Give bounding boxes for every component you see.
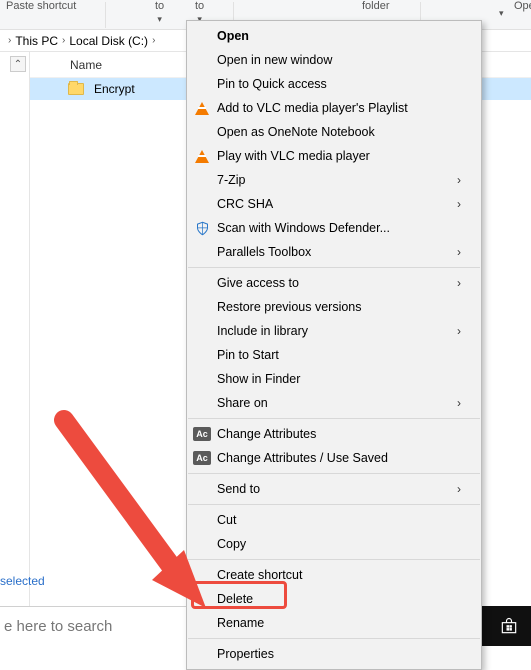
chevron-right-icon: › [457,197,461,211]
nav-scroll-up[interactable]: ⌃ [10,56,26,72]
menu-change-attr[interactable]: AcChange Attributes [187,422,481,446]
nav-pane[interactable]: ⌃ 0 gam id File C:) WS.~B s.~WS np [0,52,30,616]
menu-parallels[interactable]: Parallels Toolbox› [187,240,481,264]
menu-open-new-window[interactable]: Open in new window [187,48,481,72]
menu-change-attr-saved[interactable]: AcChange Attributes / Use Saved [187,446,481,470]
ribbon-open[interactable]: Ope [514,0,531,30]
menu-cut[interactable]: Cut [187,508,481,532]
menu-7zip[interactable]: 7-Zip› [187,168,481,192]
chevron-right-icon: › [457,245,461,259]
chevron-right-icon: › [152,35,155,46]
menu-onenote[interactable]: Open as OneNote Notebook [187,120,481,144]
menu-open[interactable]: Open [187,24,481,48]
menu-vlc-add[interactable]: Add to VLC media player's Playlist [187,96,481,120]
menu-defender[interactable]: Scan with Windows Defender... [187,216,481,240]
menu-pin-quick-access[interactable]: Pin to Quick access [187,72,481,96]
row-name: Encrypt [94,82,135,96]
menu-show-finder[interactable]: Show in Finder [187,367,481,391]
menu-vlc-play[interactable]: Play with VLC media player [187,144,481,168]
menu-share-on[interactable]: Share on› [187,391,481,415]
breadcrumb-seg[interactable]: This PC [15,34,58,48]
context-menu: Open Open in new window Pin to Quick acc… [186,20,482,670]
menu-pin-start[interactable]: Pin to Start [187,343,481,367]
menu-copy[interactable]: Copy [187,532,481,556]
folder-icon [68,83,84,95]
shield-icon [195,221,210,236]
chevron-right-icon: › [457,482,461,496]
menu-include-library[interactable]: Include in library› [187,319,481,343]
chevron-right-icon: › [457,173,461,187]
menu-restore-versions[interactable]: Restore previous versions [187,295,481,319]
chevron-right-icon: › [457,324,461,338]
chevron-right-icon: › [457,396,461,410]
ribbon-pasteshortcut[interactable]: Paste shortcut [6,0,76,30]
vlc-icon [195,150,209,163]
ribbon-dd[interactable]: ▾ [499,6,504,36]
menu-give-access[interactable]: Give access to› [187,271,481,295]
vlc-icon [195,102,209,115]
chevron-right-icon: › [457,276,461,290]
status-selected: selected [0,574,45,588]
menu-crc-sha[interactable]: CRC SHA› [187,192,481,216]
menu-rename[interactable]: Rename [187,611,481,635]
col-name[interactable]: Name [30,58,102,72]
chevron-right-icon: › [62,35,65,46]
menu-send-to[interactable]: Send to› [187,477,481,501]
chevron-right-icon: › [8,35,11,46]
breadcrumb-seg[interactable]: Local Disk (C:) [69,34,148,48]
annotation-arrow [56,412,216,615]
store-icon[interactable] [488,606,531,646]
ribbon-to1[interactable]: to▾ [155,0,164,30]
